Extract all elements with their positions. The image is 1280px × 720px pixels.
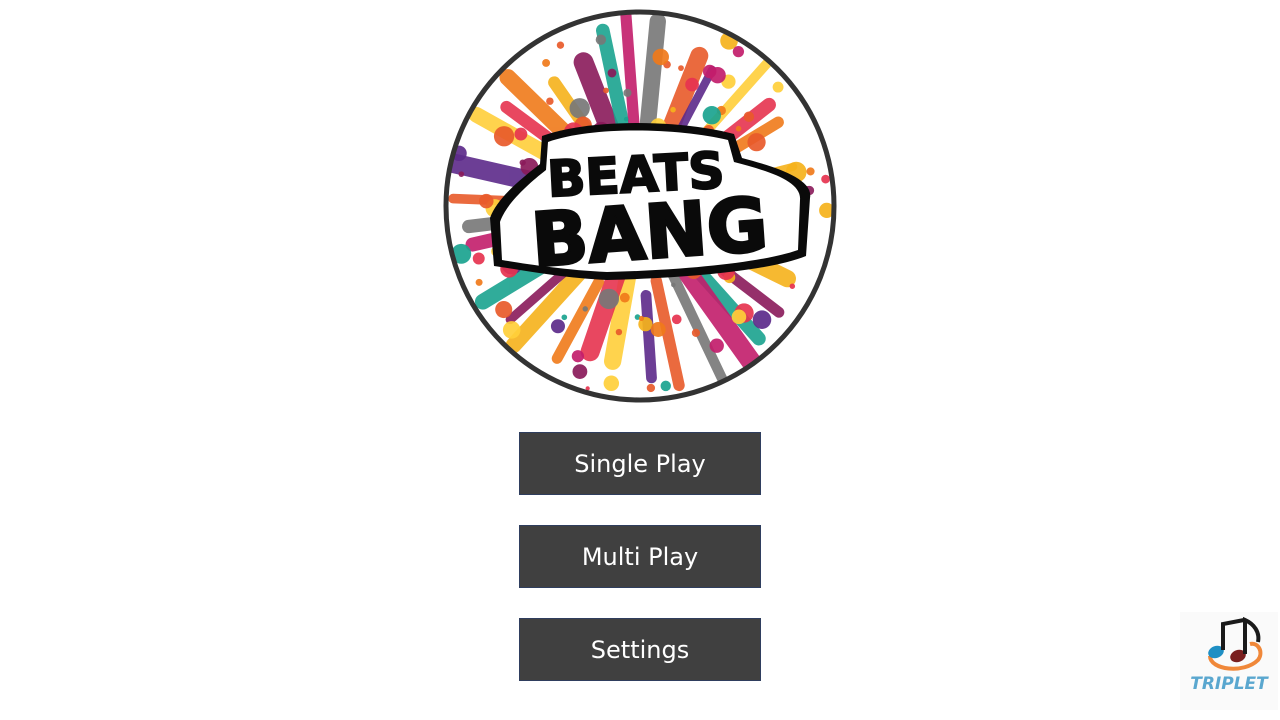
studio-logo: TRIPLET [1180,612,1278,710]
burst-dot [670,106,676,113]
burst-dot [671,314,682,325]
music-note-icon [1208,616,1263,671]
burst-dot [660,380,671,392]
single-play-button[interactable]: Single Play [519,432,761,495]
burst-dot [623,88,632,97]
burst-dot [542,59,551,67]
burst-dot [479,193,494,209]
burst-dot [603,87,609,94]
burst-dot [806,167,815,176]
burst-dot [615,328,623,336]
logo-word-bang: BANG [529,182,771,284]
burst-dot [638,315,645,322]
burst-ray [640,289,657,384]
burst-dot [671,282,676,288]
burst-dot [691,328,701,337]
burst-dot [556,41,565,49]
burst-dot [731,309,747,325]
burst-dot [550,319,565,334]
burst-dot [603,375,620,391]
burst-dot [561,314,568,321]
burst-dot [821,174,830,184]
burst-dot [623,116,629,122]
burst-dot [646,383,656,393]
burst-dot [650,321,666,337]
burst-dot [546,97,554,105]
burst-dot [709,67,726,84]
multi-play-button[interactable]: Multi Play [519,525,761,588]
studio-name: TRIPLET [1190,674,1268,694]
main-menu: Single Play Multi Play Settings [519,432,761,681]
burst-dot [743,111,755,122]
burst-dot [735,125,742,132]
burst-dot [607,68,617,78]
burst-dot [652,48,669,66]
burst-dot [678,65,684,71]
burst-dot [732,45,745,58]
burst-dot [619,292,630,303]
burst-dot [789,283,796,289]
burst-dot [495,301,513,319]
burst-dot [709,338,724,353]
burst-dot [595,34,607,45]
burst-dot [582,306,588,312]
settings-button[interactable]: Settings [519,618,761,681]
game-logo: BEATS BANG [442,8,838,404]
burst-dot [572,364,588,379]
burst-dot [514,127,528,141]
burst-dot [493,126,515,147]
burst-dot [569,98,590,119]
logo-emblem: BEATS BANG [443,9,837,403]
burst-dot [571,350,585,363]
main-menu-screen: BEATS BANG Single Play Multi Play Settin… [0,0,1280,720]
burst-dot [772,81,784,93]
burst-dot [752,310,772,329]
burst-dot [685,77,699,92]
burst-dot [747,133,766,152]
burst-dot [458,171,465,177]
burst-dot [502,321,521,339]
burst-dot [472,252,485,265]
burst-dot [475,278,483,286]
burst-dot [598,288,620,310]
burst-dot [702,106,721,125]
